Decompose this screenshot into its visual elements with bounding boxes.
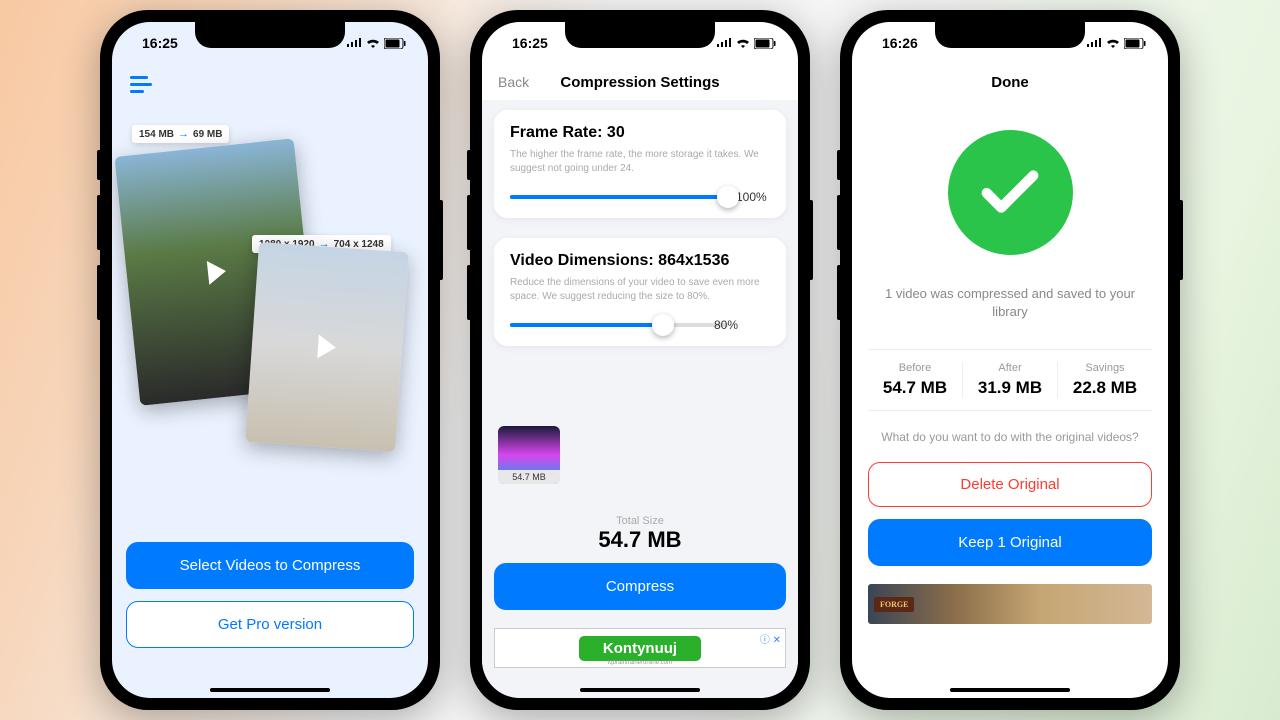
phone-mockup-3: 16:26 Done 1 video was compressed and sa… [840,10,1180,710]
keep-button[interactable]: Keep 1 Original [868,519,1152,566]
status-icons [346,38,406,49]
page-title: Done [991,74,1029,91]
thumb-size: 54.7 MB [498,470,560,484]
ad-banner[interactable]: Kontynuuj ⓘ ✕ iqbraintraineronline.com [494,628,786,668]
stat-before: Before 54.7 MB [868,362,962,398]
status-icons [716,38,776,49]
dimensions-desc: Reduce the dimensions of your video to s… [510,276,770,304]
play-icon [317,334,337,359]
success-message: 1 video was compressed and saved to your… [868,285,1152,321]
framerate-desc: The higher the frame rate, the more stor… [510,148,770,176]
ad-close-icon[interactable]: ⓘ ✕ [760,631,781,646]
get-pro-button[interactable]: Get Pro version [126,601,414,648]
dimensions-slider[interactable] [510,323,728,327]
stats-row: Before 54.7 MB After 31.9 MB Savings 22.… [868,349,1152,411]
stat-savings: Savings 22.8 MB [1057,362,1152,398]
ad-logo: FORGE [874,597,914,612]
dimensions-value: 80% [714,318,748,332]
dimensions-title: Video Dimensions: 864x1536 [510,252,770,270]
question-text: What do you want to do with the original… [868,429,1152,446]
status-icons [1086,38,1146,49]
framerate-card: Frame Rate: 30 The higher the frame rate… [494,110,786,218]
time: 16:26 [882,35,918,51]
success-icon [948,130,1073,255]
phone-mockup-1: 16:25 154 MB→69 MB 1080 x 1920→704 x 124… [100,10,440,710]
compress-button[interactable]: Compress [494,563,786,610]
illustration: 154 MB→69 MB 1080 x 1920→704 x 1248 [122,107,418,467]
select-videos-button[interactable]: Select Videos to Compress [126,542,414,589]
nav-bar: Back Compression Settings [482,64,798,100]
video-thumbnail[interactable]: 54.7 MB [498,426,560,484]
stat-after: After 31.9 MB [962,362,1057,398]
phone-mockup-2: 16:25 Back Compression Settings Frame Ra… [470,10,810,710]
settings-screen: 16:25 Back Compression Settings Frame Ra… [482,22,798,698]
video-preview-2 [245,242,409,452]
size-tag: 154 MB→69 MB [132,125,229,143]
page-title: Compression Settings [560,74,719,91]
dimensions-card: Video Dimensions: 864x1536 Reduce the di… [494,238,786,346]
total-label: Total Size [482,515,798,527]
ad-banner[interactable]: FORGE [868,584,1152,624]
home-screen: 16:25 154 MB→69 MB 1080 x 1920→704 x 124… [112,22,428,698]
menu-icon[interactable] [130,76,152,97]
back-button[interactable]: Back [498,74,529,90]
play-icon [207,259,227,285]
time: 16:25 [142,35,178,51]
total-value: 54.7 MB [482,527,798,553]
time: 16:25 [512,35,548,51]
framerate-slider[interactable] [510,195,728,199]
nav-bar: Done [852,64,1168,100]
framerate-value: 100% [736,190,770,204]
done-screen: 16:26 Done 1 video was compressed and sa… [852,22,1168,698]
delete-button[interactable]: Delete Original [868,462,1152,507]
ad-text: Kontynuuj [579,636,701,661]
framerate-title: Frame Rate: 30 [510,124,770,142]
